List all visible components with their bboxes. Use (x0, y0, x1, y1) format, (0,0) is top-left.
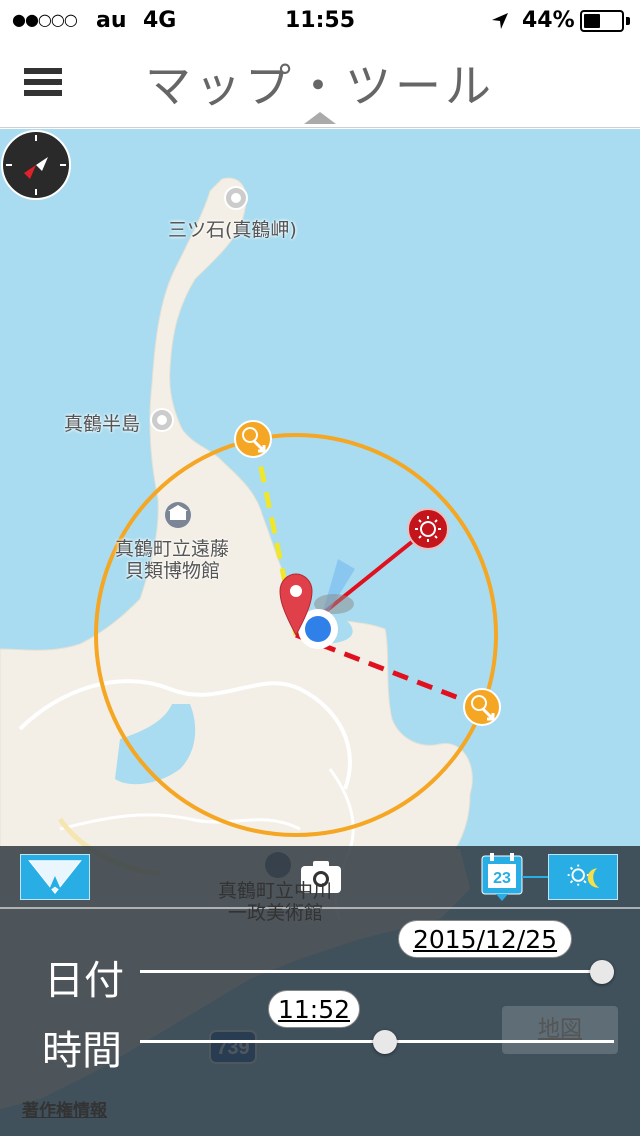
label-art-museum-line2: 一政美術館 (228, 902, 324, 924)
battery-fill (584, 14, 600, 28)
sunrise-marker-icon[interactable] (234, 420, 272, 458)
nav-bar: マップ・ツール (0, 40, 640, 128)
calendar-connector (522, 876, 548, 878)
location-arrow-icon (492, 13, 508, 29)
battery-percent: 44% (522, 8, 575, 33)
date-label: 日付 (44, 958, 124, 1004)
label-mitsuishi[interactable]: 三ツ石(真鶴岬) (168, 215, 297, 242)
page-title[interactable]: マップ・ツール (0, 50, 640, 116)
compass-icon[interactable] (0, 129, 72, 201)
label-manazuru-hanto[interactable]: 真鶴半島 (64, 409, 140, 436)
time-slider-thumb[interactable] (372, 1030, 397, 1054)
sun-moon-toggle-button[interactable] (548, 854, 618, 900)
date-value-bubble[interactable]: 2015/12/25 (398, 920, 572, 958)
battery-tip (626, 17, 630, 25)
label-museum-line2[interactable]: 貝類博物館 (125, 556, 220, 583)
sunset-marker-icon[interactable] (463, 688, 501, 726)
copyright-link[interactable]: 著作権情報 (22, 1096, 107, 1121)
museum-icon[interactable] (165, 502, 191, 528)
calendar-button[interactable]: 23 (480, 852, 524, 902)
map-button[interactable]: 地図 (502, 1006, 618, 1054)
calendar-day: 23 (493, 870, 511, 887)
date-slider-track[interactable] (140, 970, 614, 973)
battery-icon (580, 10, 624, 32)
time-label: 時間 (42, 1028, 122, 1074)
control-panel: 23 真鶴町立中川 一政美術館 日付 2015/12/25 時間 11:52 地… (0, 846, 640, 1136)
poi-mitsuishi-icon[interactable] (224, 186, 248, 210)
time-value-bubble[interactable]: 11:52 (268, 990, 360, 1028)
sun-direction-button[interactable] (20, 854, 90, 900)
sun-position-marker-icon[interactable] (407, 508, 449, 550)
date-slider-thumb[interactable] (590, 960, 614, 984)
status-bar: ●●○○○ au 4G 11:55 44% (0, 0, 640, 40)
title-caret-icon[interactable] (304, 112, 336, 124)
poi-hanto-icon[interactable] (150, 408, 174, 432)
